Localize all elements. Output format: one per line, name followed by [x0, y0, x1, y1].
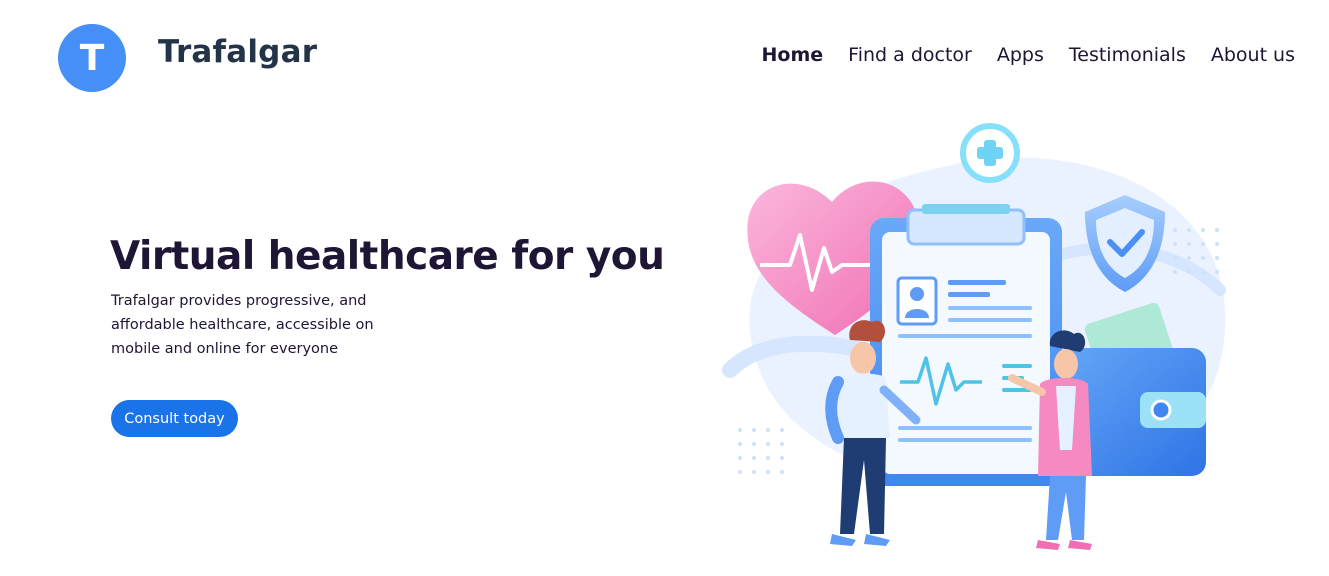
- brand-name[interactable]: Trafalgar: [158, 34, 317, 70]
- nav-item-home[interactable]: Home: [762, 44, 824, 66]
- nav-item-find-a-doctor[interactable]: Find a doctor: [848, 44, 972, 66]
- dot-grid-left: [738, 428, 784, 474]
- hero-description: Trafalgar provides progressive, and affo…: [111, 293, 374, 357]
- hero-title: Virtual healthcare for you: [110, 234, 665, 279]
- main-nav: Home Find a doctor Apps Testimonials Abo…: [762, 44, 1295, 66]
- nav-item-about-us[interactable]: About us: [1211, 44, 1295, 66]
- site-header: T Trafalgar Home Find a doctor Apps Test…: [0, 0, 1329, 110]
- medical-cross-icon: [960, 123, 1020, 183]
- logo-icon[interactable]: T: [58, 24, 126, 92]
- logo-letter: T: [79, 37, 105, 79]
- hero-illustration: [722, 123, 1226, 550]
- nav-item-testimonials[interactable]: Testimonials: [1069, 44, 1186, 66]
- nav-item-apps[interactable]: Apps: [997, 44, 1044, 66]
- clipboard-icon: [870, 204, 1062, 486]
- consult-today-button[interactable]: Consult today: [111, 400, 238, 437]
